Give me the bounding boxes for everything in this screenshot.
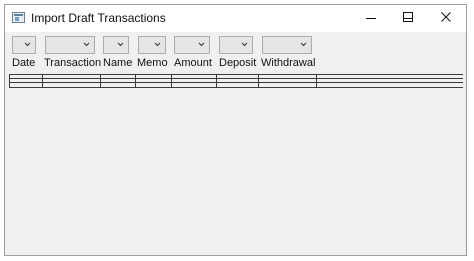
column-separator (42, 74, 43, 88)
transactions-grid[interactable]: Date Transaction Name Memo Amount Deposit With… (9, 33, 463, 252)
close-button[interactable] (428, 4, 464, 31)
chevron-down-icon (117, 42, 124, 47)
filter-dropdown-transaction[interactable] (45, 36, 95, 54)
filter-dropdown-name[interactable] (103, 36, 129, 54)
column-separator (258, 74, 259, 88)
minimize-icon (366, 18, 376, 19)
chevron-down-icon (83, 42, 90, 47)
column-header-deposit[interactable]: Deposit (219, 57, 256, 69)
chevron-down-icon (241, 42, 248, 47)
table-row[interactable] (9, 79, 463, 82)
column-header-transaction[interactable]: Transaction (44, 57, 101, 69)
column-separator (100, 74, 101, 88)
column-header-date[interactable]: Date (12, 57, 35, 69)
filter-dropdown-memo[interactable] (138, 36, 166, 54)
column-separator (216, 74, 217, 88)
chevron-down-icon (154, 42, 161, 47)
column-separator (171, 74, 172, 88)
column-header-amount[interactable]: Amount (174, 57, 212, 69)
grid-row-line (9, 87, 463, 88)
chevron-down-icon (300, 42, 307, 47)
filter-dropdown-deposit[interactable] (219, 36, 253, 54)
app-icon (12, 12, 25, 23)
filter-dropdown-date[interactable] (12, 36, 36, 54)
grid-row-line (9, 82, 463, 83)
maximize-button[interactable] (390, 4, 426, 31)
import-draft-transactions-window: Import Draft Transactions Date Transactio… (4, 4, 467, 256)
table-row[interactable] (9, 75, 463, 78)
column-header-name[interactable]: Name (103, 57, 132, 69)
chevron-down-icon (24, 42, 31, 47)
column-header-memo[interactable]: Memo (137, 57, 168, 69)
close-icon (441, 12, 451, 22)
column-separator (9, 74, 10, 88)
window-title: Import Draft Transactions (31, 11, 166, 25)
filter-dropdown-withdrawal[interactable] (262, 36, 312, 54)
column-separator (135, 74, 136, 88)
column-header-withdrawal[interactable]: Withdrawal (261, 57, 315, 69)
filter-dropdown-amount[interactable] (174, 36, 210, 54)
maximize-icon (403, 12, 413, 22)
chevron-down-icon (198, 42, 205, 47)
minimize-btn[interactable] (353, 4, 389, 31)
column-separator (316, 74, 317, 88)
